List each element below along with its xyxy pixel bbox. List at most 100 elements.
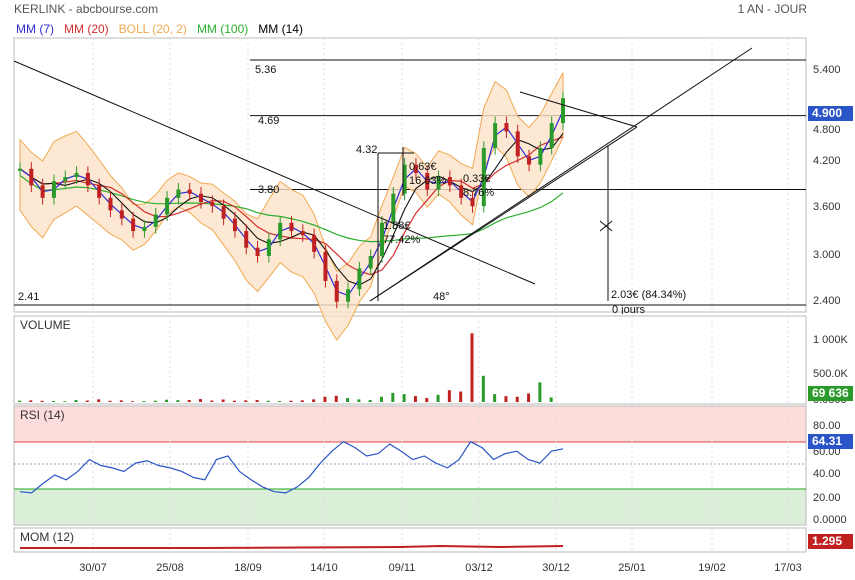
- volume-bar: [85, 400, 89, 402]
- rsi-y-tick: 80.00: [813, 420, 841, 432]
- rsi-last-value: 64.31: [808, 434, 853, 449]
- candle-body: [357, 268, 362, 290]
- volume-bar: [142, 401, 146, 402]
- volume-bar: [470, 333, 474, 402]
- bollinger-band: [19, 72, 564, 342]
- gain2-abs: 0.63€: [409, 161, 437, 173]
- volume-y-tick: 1 000K: [813, 334, 848, 346]
- volume-bar: [97, 399, 101, 402]
- level-label-380: 3.80: [258, 184, 280, 196]
- volume-bar: [18, 400, 21, 402]
- candle-body: [63, 177, 68, 182]
- volume-bar: [436, 394, 440, 402]
- candle-body: [561, 98, 565, 124]
- volume-bar: [346, 398, 350, 402]
- x-tick-label: 03/12: [465, 562, 493, 574]
- volume-bar: [221, 399, 225, 402]
- x-tick-label: 25/01: [618, 562, 646, 574]
- volume-bar: [63, 401, 67, 402]
- candle-body: [527, 156, 532, 165]
- volume-bar: [493, 394, 497, 402]
- volume-title: VOLUME: [20, 318, 71, 332]
- candle-body: [85, 172, 90, 186]
- rsi-y-tick: 40.00: [813, 468, 841, 480]
- candle-body: [153, 214, 158, 227]
- x-tick-label: 14/10: [310, 562, 338, 574]
- candle-body: [29, 168, 34, 186]
- price-last-value: 4.900: [808, 106, 853, 121]
- volume-bar: [413, 396, 417, 402]
- candle-body: [346, 289, 351, 302]
- candle-body: [74, 172, 79, 178]
- volume-bar: [232, 400, 236, 402]
- volume-bar: [527, 393, 531, 402]
- candle-body: [51, 181, 56, 198]
- level-label-536: 5.36: [255, 64, 277, 76]
- volume-bar: [40, 400, 44, 402]
- gain3-abs: 0.33€: [463, 173, 491, 185]
- volume-bar: [312, 399, 316, 402]
- price-y-tick: 3.000: [813, 249, 841, 261]
- volume-bar: [119, 400, 123, 402]
- candle-body: [504, 123, 509, 132]
- volume-bar: [357, 399, 361, 402]
- level-label-469: 4.69: [258, 115, 280, 127]
- volume-bar: [549, 397, 553, 402]
- volume-bar: [29, 400, 33, 402]
- volume-last-value: 69 636: [808, 386, 853, 401]
- x-tick-label: 18/09: [234, 562, 262, 574]
- volume-bar: [323, 396, 327, 402]
- candle-body: [131, 218, 136, 232]
- candle-body: [142, 226, 147, 232]
- x-tick-label: 17/03: [774, 562, 802, 574]
- candle-body: [447, 177, 452, 186]
- price-y-tick: 5.400: [813, 64, 841, 76]
- candle-body: [40, 185, 45, 198]
- rsi-line: [19, 440, 564, 494]
- x-tick-label: 30/12: [542, 562, 570, 574]
- volume-y-tick: 500.0K: [813, 368, 848, 380]
- candle-body: [165, 197, 170, 215]
- rsi-y-tick: 20.00: [813, 492, 841, 504]
- volume-bar: [334, 395, 338, 402]
- candle-body: [244, 231, 249, 248]
- candle-body: [368, 256, 373, 269]
- volume-panel-frame: [13, 315, 807, 405]
- volume-bar: [176, 400, 180, 402]
- volume-bar: [278, 401, 282, 402]
- volume-bar: [165, 399, 169, 402]
- candle-body: [187, 189, 192, 194]
- candle-body: [18, 168, 22, 171]
- rsi-y-tick: 0.0000: [813, 514, 847, 526]
- candle-body: [300, 231, 305, 236]
- price-y-tick: 2.400: [813, 295, 841, 307]
- gain4-label: 2.03€ (84.34%): [611, 289, 687, 301]
- candle-body: [391, 193, 396, 223]
- volume-bar: [459, 391, 463, 402]
- volume-bar: [368, 400, 372, 402]
- volume-bar: [425, 398, 429, 402]
- candle-body: [323, 251, 328, 281]
- gain3-pct: 8.76%: [463, 187, 495, 199]
- candle-body: [97, 185, 102, 198]
- candle-body: [119, 210, 124, 219]
- gain1-abs: 1.88€: [383, 220, 411, 232]
- stock-chart[interactable]: [0, 0, 855, 580]
- mom-line: [20, 544, 564, 549]
- volume-bar: [244, 400, 248, 402]
- candle-body: [108, 197, 113, 211]
- rsi-title: RSI (14): [20, 408, 65, 422]
- volume-bar: [51, 401, 55, 402]
- candle-body: [199, 193, 203, 202]
- volume-bar: [380, 396, 383, 402]
- candle-body: [538, 148, 543, 165]
- candle-body: [515, 131, 520, 157]
- candle-body: [176, 189, 181, 198]
- volume-bar: [153, 400, 157, 402]
- level-label-432: 4.32: [356, 144, 378, 156]
- angle-label: 48°: [433, 291, 450, 303]
- volume-bar: [538, 382, 542, 402]
- volume-bar: [108, 400, 112, 402]
- volume-bar: [447, 390, 451, 402]
- volume-bar: [289, 400, 293, 402]
